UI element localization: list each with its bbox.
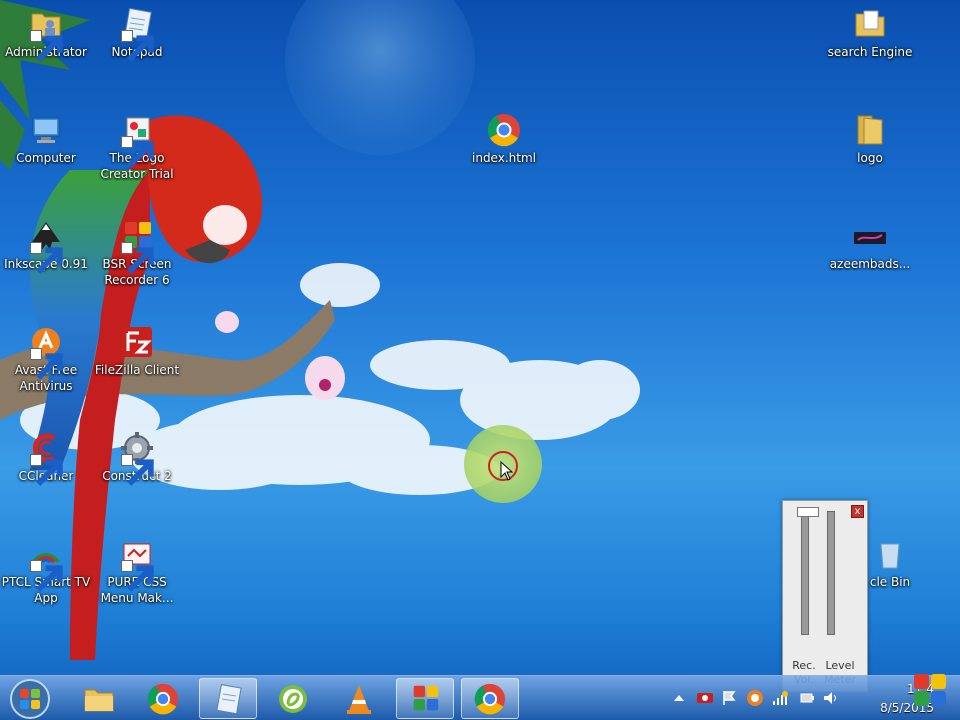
rec-vol-track [801, 511, 809, 635]
bsr-recorder-icon [413, 685, 439, 710]
taskbar-dreamweaver[interactable] [264, 678, 322, 719]
taskbar: 11:4 8/5/2015 [0, 675, 960, 720]
desktop-icon-label: logo [857, 151, 883, 165]
pure-css-icon [119, 536, 155, 592]
folder-icon [852, 112, 888, 148]
desktop-icon-logo-creator[interactable]: The Logo Creator Trial [91, 112, 183, 182]
desktop-icon-ptcl-tv[interactable]: PTCL Smart TV App [0, 536, 92, 606]
desktop-icon-construct[interactable]: Construct 2 [91, 430, 183, 486]
show-hidden-icons-icon[interactable] [670, 689, 688, 707]
construct-icon [119, 430, 155, 486]
recorder-tray-icon[interactable] [696, 689, 714, 707]
close-button[interactable]: x [851, 505, 864, 518]
desktop-icon-label: azeembads... [829, 257, 911, 271]
action-center-flag-icon[interactable] [720, 689, 738, 707]
desktop-icon-notepad[interactable]: Notepad [91, 6, 183, 62]
chrome-icon [474, 683, 506, 714]
desktop-icon-label: Computer [16, 151, 76, 165]
bsr-recorder-icon [119, 218, 155, 274]
desktop-icon-avast[interactable]: Avast Free Antivirus [0, 324, 92, 394]
taskbar-chrome[interactable] [134, 678, 192, 719]
taskbar-bsr[interactable] [396, 678, 454, 719]
vlc-icon [347, 684, 371, 714]
level-meter-window[interactable]: x Rec. Vol. Level Meter [782, 500, 868, 692]
logo-creator-icon [119, 112, 155, 168]
desktop-icon-pure-css[interactable]: PURE CSS Menu Mak... [91, 536, 183, 606]
mouse-pointer-icon [500, 461, 514, 481]
start-button[interactable] [8, 677, 52, 720]
image-file-icon [852, 218, 888, 254]
bsr-recorder-icon[interactable] [912, 672, 948, 708]
taskbar-vlc[interactable] [330, 678, 388, 719]
filezilla-icon [119, 324, 155, 360]
inkscape-icon [28, 218, 64, 274]
computer-icon [28, 112, 64, 148]
desktop-icon-label: index.html [472, 151, 536, 165]
desktop-icon-index-html[interactable]: index.html [458, 112, 550, 166]
taskbar-explorer[interactable] [70, 678, 128, 719]
level-meter-body [787, 505, 849, 655]
recycle-bin-icon [872, 536, 908, 572]
chrome-icon [486, 112, 522, 148]
ptcl-tv-icon [28, 536, 64, 592]
planet-shape [285, 0, 475, 155]
notepad-icon [119, 6, 155, 62]
taskbar-notepad[interactable] [199, 678, 257, 719]
desktop-icon-label: FileZilla Client [94, 363, 180, 377]
volume-icon[interactable] [822, 689, 840, 707]
avast-icon [28, 324, 64, 380]
folder-icon [852, 6, 888, 42]
avast-tray-icon[interactable] [746, 689, 764, 707]
desktop-icon-label: search Engine [827, 45, 913, 59]
network-icon[interactable] [772, 689, 790, 707]
desktop-icon-computer[interactable]: Computer [0, 112, 92, 166]
folder-icon [84, 689, 114, 711]
level-meter-track [827, 511, 835, 635]
desktop-icon-inkscape[interactable]: Inkscape 0.91 [0, 218, 92, 274]
desktop-icon-label: cle Bin [869, 575, 911, 589]
desktop-icon-ccleaner[interactable]: CCleaner [0, 430, 92, 486]
ccleaner-icon [28, 430, 64, 486]
cursor-highlight [464, 425, 542, 503]
rec-vol-slider[interactable] [797, 507, 819, 517]
power-icon[interactable] [798, 689, 816, 707]
desktop-icon-administrator[interactable]: Administrator [0, 6, 92, 62]
desktop-icon-bsr-recorder[interactable]: BSR Screen Recorder 6 [91, 218, 183, 288]
notepad-icon [216, 683, 242, 714]
chrome-icon [147, 683, 179, 714]
desktop-icon-azeembads[interactable]: azeembads... [824, 218, 916, 272]
taskbar-chrome-active[interactable] [461, 678, 519, 719]
start-orb-icon [10, 679, 50, 719]
folder-user-icon [28, 6, 64, 62]
dreamweaver-icon [279, 684, 307, 713]
desktop-icon-filezilla[interactable]: FileZilla Client [91, 324, 183, 378]
desktop-icon-search-engine[interactable]: search Engine [824, 6, 916, 60]
desktop-icon-logo[interactable]: logo [824, 112, 916, 166]
